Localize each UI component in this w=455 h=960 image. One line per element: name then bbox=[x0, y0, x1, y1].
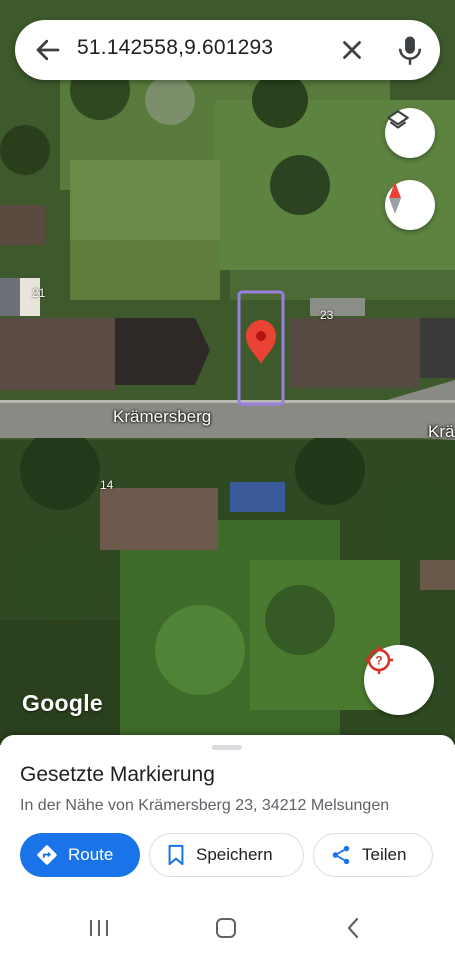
share-button[interactable]: Teilen bbox=[313, 833, 433, 877]
street-label: Krä bbox=[428, 422, 455, 441]
directions-icon bbox=[37, 845, 57, 865]
house-number: 23 bbox=[320, 308, 334, 322]
house-number: 21 bbox=[32, 286, 46, 300]
bookmark-icon bbox=[168, 844, 184, 866]
close-icon[interactable] bbox=[337, 35, 367, 65]
route-button[interactable]: Route bbox=[20, 833, 140, 877]
place-title: Gesetzte Markierung bbox=[20, 763, 215, 786]
svg-text:?: ? bbox=[375, 654, 382, 668]
home-button[interactable] bbox=[211, 915, 241, 941]
my-location-button[interactable]: ? bbox=[364, 645, 434, 715]
map-view[interactable]: Krämersberg Krä 21 23 14 Google ? bbox=[0, 0, 455, 745]
save-button[interactable]: Speichern bbox=[149, 833, 304, 877]
location-unknown-icon: ? bbox=[365, 646, 393, 674]
recent-apps-button[interactable] bbox=[84, 915, 114, 941]
microphone-icon[interactable] bbox=[395, 34, 425, 66]
drag-handle[interactable] bbox=[212, 745, 242, 750]
search-query[interactable]: 51.142558,9.601293 bbox=[77, 36, 347, 60]
share-icon bbox=[332, 845, 350, 865]
arrow-left-icon[interactable] bbox=[33, 35, 63, 65]
layers-button[interactable] bbox=[385, 108, 435, 158]
layers-icon bbox=[387, 110, 409, 129]
house-number: 14 bbox=[100, 478, 114, 492]
route-label: Route bbox=[68, 845, 114, 864]
search-bar[interactable]: 51.142558,9.601293 bbox=[15, 20, 440, 80]
home-icon bbox=[216, 918, 236, 938]
system-navigation-bar bbox=[0, 895, 455, 960]
back-icon bbox=[347, 917, 359, 939]
back-button[interactable] bbox=[338, 915, 368, 941]
compass-button[interactable] bbox=[385, 180, 435, 230]
recent-apps-icon bbox=[90, 920, 108, 936]
google-logo: Google bbox=[22, 690, 104, 716]
place-address: In der Nähe von Krämersberg 23, 34212 Me… bbox=[20, 797, 390, 814]
share-label: Teilen bbox=[362, 845, 407, 864]
compass-icon bbox=[389, 182, 401, 214]
place-sheet[interactable]: Gesetzte Markierung In der Nähe von Kräm… bbox=[0, 735, 455, 895]
save-label: Speichern bbox=[196, 845, 273, 864]
street-label: Krämersberg bbox=[113, 407, 212, 426]
